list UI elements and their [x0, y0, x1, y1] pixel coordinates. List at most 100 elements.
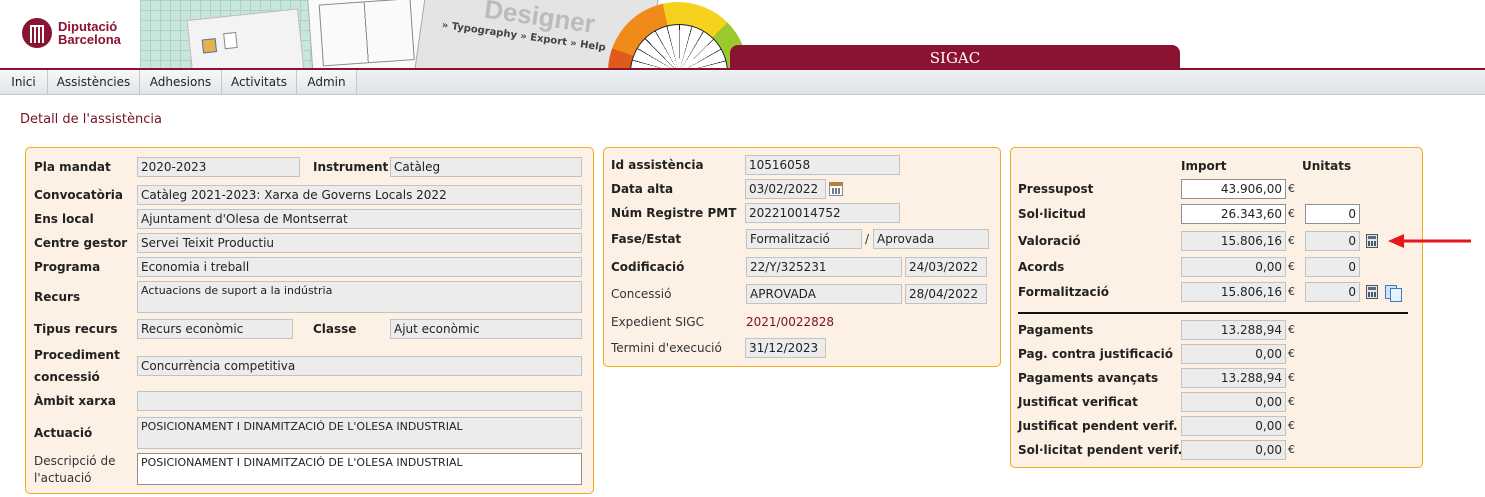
pagaments-avancats-field[interactable]: 13.288,94 [1181, 368, 1286, 388]
descripcio-label-line1: Descripció de [34, 454, 116, 468]
acords-unitats-field[interactable]: 0 [1305, 257, 1360, 277]
section-divider [1018, 312, 1408, 314]
calculator-icon[interactable] [1366, 234, 1378, 248]
copy-icon[interactable] [1385, 285, 1402, 302]
currency-symbol: € [1288, 395, 1295, 408]
pla-mandat-label: Pla mandat [34, 160, 111, 174]
codificacio-date-field[interactable]: 24/03/2022 [905, 257, 987, 277]
termini-label: Termini d'execució [611, 341, 722, 355]
descripcio-textarea[interactable]: POSICIONAMENT I DINAMITZACIÓ DE L'OLESA … [137, 453, 582, 485]
valoracio-label: Valoració [1018, 234, 1081, 248]
sollicitud-unitats-input[interactable]: 0 [1305, 204, 1360, 224]
unitats-header: Unitats [1302, 159, 1352, 173]
pagaments-avancats-label: Pagaments avançats [1018, 371, 1159, 385]
main-menu: Inici Assistències Adhesions Activitats … [0, 70, 1485, 95]
justificat-verificat-field[interactable]: 0,00 [1181, 392, 1286, 412]
red-arrow-annotation [1388, 234, 1471, 248]
menu-item-adhesions[interactable]: Adhesions [140, 70, 222, 94]
expedient-label: Expedient SIGC [611, 315, 704, 329]
pressupost-import-input[interactable]: 43.906,00 [1181, 179, 1286, 199]
pagaments-field[interactable]: 13.288,94 [1181, 320, 1286, 340]
concessio-date-field[interactable]: 28/04/2022 [905, 284, 987, 304]
concessio-label: Concessió [611, 287, 672, 301]
concessio-field[interactable]: APROVADA [746, 284, 902, 304]
calendar-icon[interactable] [829, 182, 843, 196]
convocatoria-field[interactable]: Catàleg 2021-2023: Xarxa de Governs Loca… [137, 185, 582, 205]
formalitzacio-import-field[interactable]: 15.806,16 [1181, 282, 1286, 302]
programa-field[interactable]: Economia i treball [137, 257, 582, 277]
pagaments-label: Pagaments [1018, 323, 1094, 337]
procediment-label-line1: Procediment [34, 348, 120, 362]
menu-item-admin[interactable]: Admin [297, 70, 357, 94]
tipus-recurs-label: Tipus recurs [34, 322, 118, 336]
valoracio-import-field[interactable]: 15.806,16 [1181, 231, 1286, 251]
registre-field[interactable]: 202210014752 [745, 203, 900, 223]
currency-symbol: € [1288, 207, 1295, 220]
ens-local-label: Ens local [34, 212, 94, 226]
expedient-link[interactable]: 2021/0022828 [746, 315, 834, 329]
acords-import-field[interactable]: 0,00 [1181, 257, 1286, 277]
economic-panel: Import Unitats Pressupost 43.906,00 € So… [1010, 147, 1423, 468]
procediment-field[interactable]: Concurrència competitiva [137, 356, 582, 376]
ambit-xarxa-field[interactable] [137, 391, 582, 411]
descripcio-label-line2: l'actuació [34, 471, 92, 485]
currency-symbol: € [1288, 443, 1295, 456]
diputacio-logo[interactable]: Diputació Barcelona [22, 18, 121, 48]
currency-symbol: € [1288, 285, 1295, 298]
menu-item-activitats[interactable]: Activitats [222, 70, 297, 94]
currency-symbol: € [1288, 371, 1295, 384]
codificacio-label: Codificació [611, 260, 685, 274]
instrument-field[interactable]: Catàleg [390, 157, 582, 177]
pla-mandat-field[interactable]: 2020-2023 [137, 157, 300, 177]
pag-contra-justificacio-field[interactable]: 0,00 [1181, 344, 1286, 364]
currency-symbol: € [1288, 182, 1295, 195]
header-banner-image: Designer » Typography » Export » Help [120, 0, 760, 70]
justificat-verificat-label: Justificat verificat [1018, 395, 1138, 409]
estat-field[interactable]: Aprovada [873, 229, 989, 249]
acords-label: Acords [1018, 260, 1065, 274]
fase-field[interactable]: Formalització [746, 229, 862, 249]
page-title: Detall de l'assistència [20, 112, 162, 127]
recurs-field[interactable]: Actuacions de suport a la indústria [137, 281, 582, 313]
logo-line-2: Barcelona [58, 32, 121, 47]
formalitzacio-unitats-field[interactable]: 0 [1305, 282, 1360, 302]
header: Diputació Barcelona Designer » Typograph… [0, 0, 1485, 70]
ambit-xarxa-label: Àmbit xarxa [34, 394, 117, 408]
classe-label: Classe [313, 322, 357, 336]
valoracio-unitats-field[interactable]: 0 [1305, 231, 1360, 251]
menu-item-assistencies[interactable]: Assistències [48, 70, 140, 94]
import-header: Import [1181, 159, 1227, 173]
ens-local-field[interactable]: Ajuntament d'Olesa de Montserrat [137, 209, 582, 229]
sollicitud-label: Sol·licitud [1018, 207, 1086, 221]
menu-item-inici[interactable]: Inici [0, 70, 48, 94]
convocatoria-label: Convocatòria [34, 188, 123, 202]
currency-symbol: € [1288, 260, 1295, 273]
id-assistencia-field[interactable]: 10516058 [745, 155, 900, 175]
codificacio-field[interactable]: 22/Y/325231 [746, 257, 902, 277]
logo-text: Diputació Barcelona [58, 20, 121, 46]
general-info-panel: Pla mandat 2020-2023 Instrument Catàleg … [25, 147, 594, 494]
sollicitud-import-input[interactable]: 26.343,60 [1181, 204, 1286, 224]
data-alta-field[interactable]: 03/02/2022 [745, 179, 826, 199]
app-title-tab: SIGAC [730, 45, 1180, 70]
currency-symbol: € [1288, 323, 1295, 336]
centre-gestor-label: Centre gestor [34, 236, 128, 250]
id-assistencia-label: Id assistència [611, 158, 704, 172]
currency-symbol: € [1288, 419, 1295, 432]
classe-field[interactable]: Ajut econòmic [390, 319, 582, 339]
termini-field[interactable]: 31/12/2023 [745, 338, 826, 358]
shield-icon [22, 18, 52, 48]
centre-gestor-field[interactable]: Servei Teixit Productiu [137, 233, 582, 253]
calculator-icon[interactable] [1366, 285, 1378, 299]
registre-label: Núm Registre PMT [611, 206, 737, 220]
tipus-recurs-field[interactable]: Recurs econòmic [137, 319, 293, 339]
actuacio-label: Actuació [34, 426, 93, 440]
sollicitat-pendent-field[interactable]: 0,00 [1181, 440, 1286, 460]
justificat-pendent-label: Justificat pendent verif. [1018, 419, 1178, 433]
fase-estat-label: Fase/Estat [611, 232, 682, 246]
fase-estat-separator: / [865, 232, 870, 246]
justificat-pendent-field[interactable]: 0,00 [1181, 416, 1286, 436]
actuacio-field[interactable]: POSICIONAMENT I DINAMITZACIÓ DE L'OLESA … [137, 417, 582, 449]
pressupost-label: Pressupost [1018, 182, 1094, 196]
recurs-label: Recurs [34, 290, 81, 304]
